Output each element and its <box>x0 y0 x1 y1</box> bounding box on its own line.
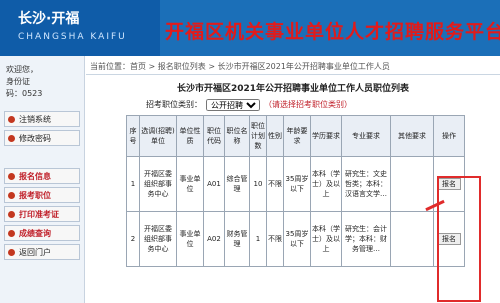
bullet-icon <box>8 210 15 218</box>
cell-num: 2 <box>126 211 140 267</box>
change-password-button[interactable]: 修改密码 <box>4 130 80 146</box>
table-row: 2 开福区委组织部事务中心 事业单位 A02 财务管理 1 不限 35周岁以下 … <box>126 211 465 267</box>
positions-table: 序号 选调(招聘)单位 单位性质 职位代码 职位名称 职位计划数 性别 年龄要求… <box>126 115 465 267</box>
user-id-label: 身份证 <box>6 77 30 86</box>
cell-gender: 不限 <box>266 211 284 267</box>
logo-box: 长沙·开福 CHANGSHA KAIFU <box>0 0 160 56</box>
cell-name: 综合管理 <box>224 156 250 212</box>
header-banner: 长沙·开福 CHANGSHA KAIFU 开福区机关事业单位人才招聘服务平台 <box>0 0 500 56</box>
print-admission-button[interactable]: 打印准考证 <box>4 206 80 222</box>
welcome-box: 欢迎您， 身份证 码：0523 <box>0 56 84 108</box>
breadcrumb: 当前位置：首页 > 报名职位列表 > 长沙市开福区2021年公开招聘事业单位工作… <box>86 60 500 75</box>
highlight-box <box>437 176 481 302</box>
table-row: 1 开福区委组织部事务中心 事业单位 A01 综合管理 10 不限 35周岁以下… <box>126 156 465 212</box>
col-header: 序号 <box>126 115 140 157</box>
category-select[interactable]: 公开招聘 <box>206 98 260 111</box>
cell-plan: 1 <box>249 211 267 267</box>
table-title: 长沙市开福区2021年公开招聘事业单位工作人员职位列表 <box>176 84 410 94</box>
site-title: 开福区机关事业单位人才招聘服务平台 <box>165 21 500 43</box>
cell-edu: 本科（学士）及以上 <box>310 156 342 212</box>
filter-label: 招考职位类别： <box>146 100 202 109</box>
sidebar: 欢迎您， 身份证 码：0523 注销系统 修改密码 报名信息 报考职位 打印准考… <box>0 56 85 303</box>
cell-age: 35周岁以下 <box>283 211 311 267</box>
cell-other <box>390 156 434 212</box>
col-header: 操作 <box>433 115 465 157</box>
bullet-icon <box>8 248 15 256</box>
score-query-button[interactable]: 成绩查询 <box>4 225 80 241</box>
col-header: 学历要求 <box>310 115 342 157</box>
cell-other <box>390 211 434 267</box>
registration-info-button[interactable]: 报名信息 <box>4 168 80 184</box>
change-password-label: 修改密码 <box>19 133 51 143</box>
col-header: 选调(招聘)单位 <box>139 115 177 157</box>
cell-plan: 10 <box>249 156 267 212</box>
cell-type: 事业单位 <box>176 156 204 212</box>
col-header: 职位计划数 <box>249 115 267 157</box>
col-header: 职位名称 <box>224 115 250 157</box>
cell-gender: 不限 <box>266 156 284 212</box>
cell-num: 1 <box>126 156 140 212</box>
registration-info-label: 报名信息 <box>19 171 51 181</box>
col-header: 年龄要求 <box>283 115 311 157</box>
apply-position-label: 报考职位 <box>19 190 51 200</box>
return-portal-label: 返回门户 <box>19 247 51 257</box>
bullet-icon <box>8 191 15 199</box>
cell-code: A01 <box>203 156 225 212</box>
logo-en: CHANGSHA KAIFU <box>18 32 127 42</box>
col-header: 专业要求 <box>341 115 391 157</box>
cell-unit: 开福区委组织部事务中心 <box>139 211 177 267</box>
apply-position-button[interactable]: 报考职位 <box>4 187 80 203</box>
id-label: 码： <box>6 89 22 98</box>
return-portal-button[interactable]: 返回门户 <box>4 244 80 260</box>
bullet-icon <box>8 229 15 237</box>
cell-major: 研究生：文史哲类；本科：汉语言文学… <box>341 156 391 212</box>
cell-name: 财务管理 <box>224 211 250 267</box>
print-admission-label: 打印准考证 <box>19 209 59 219</box>
col-header: 单位性质 <box>176 115 204 157</box>
filter-hint: （请选择招考职位类别） <box>264 100 352 109</box>
col-header: 性别 <box>266 115 284 157</box>
cell-type: 事业单位 <box>176 211 204 267</box>
cell-edu: 本科（学士）及以上 <box>310 211 342 267</box>
col-header: 其他要求 <box>390 115 434 157</box>
filter-bar: 招考职位类别： 公开招聘 （请选择招考职位类别） <box>146 98 500 111</box>
bullet-icon <box>8 115 15 123</box>
logout-label: 注销系统 <box>19 114 51 124</box>
bullet-icon <box>8 172 15 180</box>
id-suffix: 0523 <box>22 89 43 98</box>
welcome-text: 欢迎您， <box>6 65 38 74</box>
cell-unit: 开福区委组织部事务中心 <box>139 156 177 212</box>
score-query-label: 成绩查询 <box>19 228 51 238</box>
cell-code: A02 <box>203 211 225 267</box>
col-header: 职位代码 <box>203 115 225 157</box>
logout-button[interactable]: 注销系统 <box>4 111 80 127</box>
cell-age: 35周岁以下 <box>283 156 311 212</box>
cell-major: 研究生：会计学；本科：财务管理… <box>341 211 391 267</box>
header-row: 序号 选调(招聘)单位 单位性质 职位代码 职位名称 职位计划数 性别 年龄要求… <box>126 115 465 157</box>
logo-cn: 长沙·开福 <box>18 11 80 27</box>
bullet-icon <box>8 134 15 142</box>
